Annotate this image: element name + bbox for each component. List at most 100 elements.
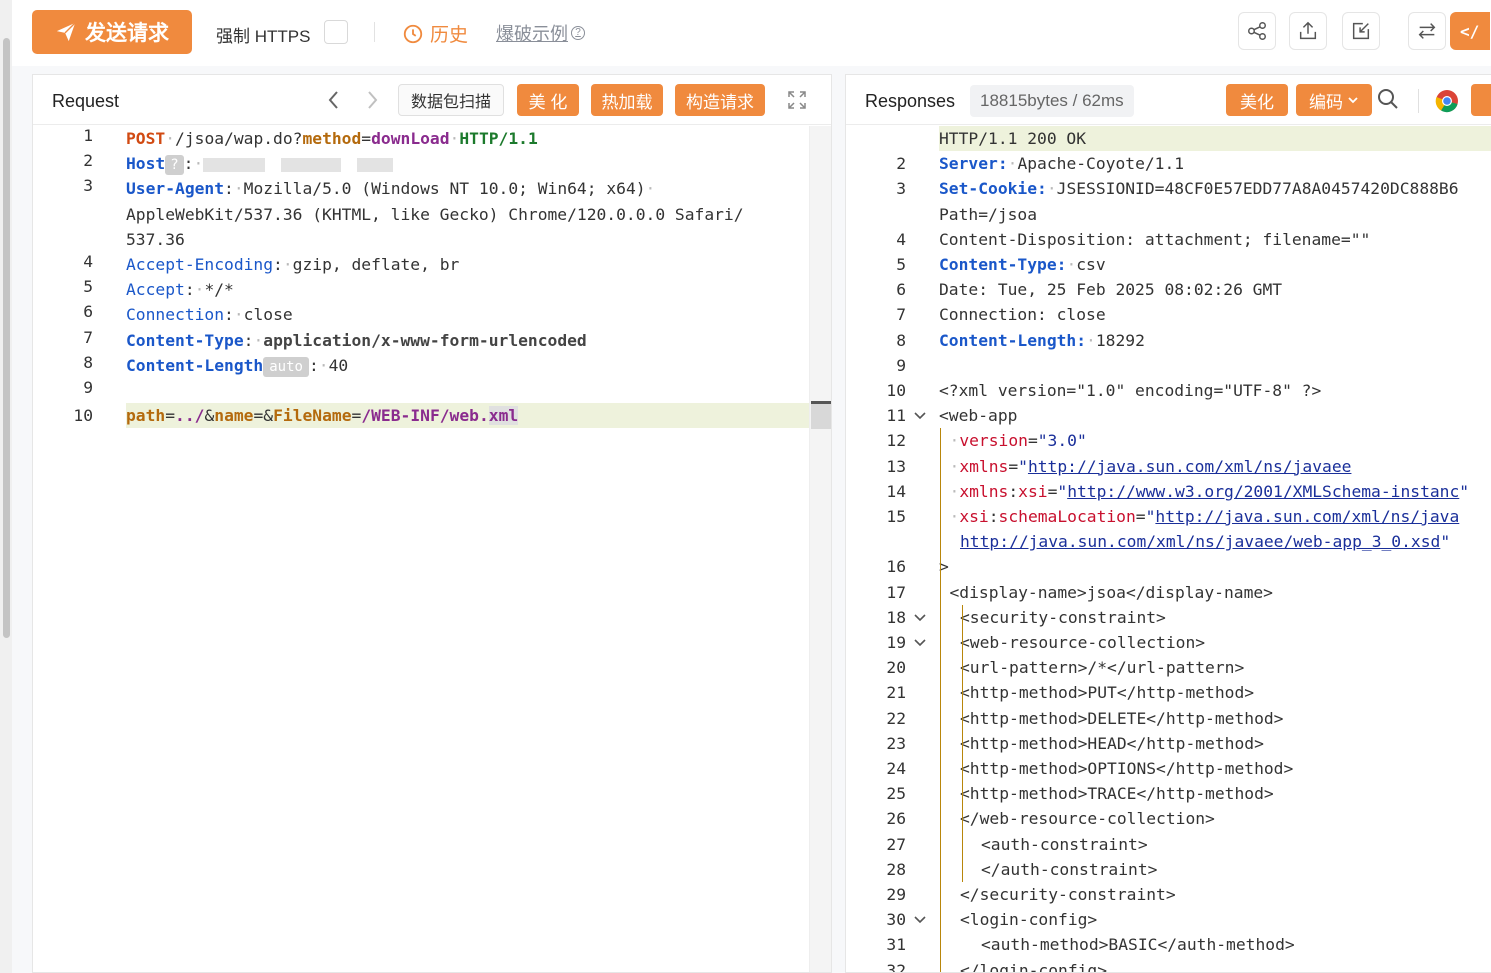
header-value: csv (1076, 255, 1106, 274)
response-viewer[interactable]: 1HTTP/1.1 200 OK2Server:·Apache-Coyote/1… (846, 126, 1491, 972)
packet-scan-button[interactable]: 数据包扫描 (398, 84, 504, 116)
response-line: </login-config> (846, 958, 1491, 972)
response-text: <auth-method>BASIC</auth-method> (981, 935, 1295, 955)
app-window: 发送请求 强制 HTTPS 历史 爆破示例 ? </ Request 数据包扫描… (0, 0, 1491, 973)
response-search-button[interactable] (1376, 87, 1404, 115)
query-param-name: method (302, 129, 362, 148)
colon: : (988, 507, 999, 526)
export-button[interactable] (1289, 12, 1327, 50)
hotload-button[interactable]: 热加载 (591, 84, 663, 116)
equals-sign: = (1027, 431, 1038, 451)
request-beautify-button[interactable]: 美 化 (517, 84, 579, 116)
chevron-left-icon (328, 91, 338, 109)
toolbar-divider (374, 22, 375, 42)
header-key: Accept-Encoding (126, 255, 274, 274)
send-request-button[interactable]: 发送请求 (32, 10, 192, 54)
response-text: <auth-constraint> (981, 834, 1148, 854)
request-panel: Request 数据包扫描 美 化 热加载 构造请求 1 POST·/jsoa/… (32, 74, 832, 973)
xml-quote: " (1440, 532, 1451, 552)
equals-sign: = (361, 129, 372, 148)
fullscreen-button[interactable] (787, 90, 807, 110)
xml-string: "3.0" (1037, 431, 1087, 451)
response-line: ·xmlns="http://java.sun.com/xml/ns/javae… (846, 454, 1491, 479)
response-line: <web-resource-collection> (846, 630, 1491, 655)
send-icon (56, 22, 76, 42)
header-key: Set-Cookie: (939, 179, 1047, 199)
swap-button[interactable] (1408, 12, 1446, 50)
prev-button[interactable] (324, 89, 344, 111)
encode-label: 编码 (1309, 92, 1343, 112)
header-divider (1418, 89, 1419, 113)
export-icon (1299, 21, 1317, 40)
request-line: 4 Accept-Encoding:·gzip, deflate, br (33, 252, 831, 277)
equals-sign: = (1008, 456, 1019, 476)
xml-quote: " (1459, 481, 1470, 501)
response-line-text: <?xml version="1.0" encoding="UTF-8" ?> (939, 378, 1321, 403)
response-beautify-button[interactable]: 美化 (1226, 84, 1288, 116)
response-line-text: <http-method>PUT</http-method> (960, 680, 1254, 705)
request-line: 8 Content-Length auto:·40 (33, 353, 831, 378)
brute-example-label: 爆破示例 (496, 24, 568, 44)
header-key: Host (126, 154, 166, 174)
redacted-host (203, 157, 266, 172)
request-line: 6 Connection:·close (33, 302, 831, 327)
response-line: </security-constraint> (846, 882, 1491, 907)
response-line-text: ·xsi:schemaLocation="http://java.sun.com… (950, 504, 1460, 529)
response-more-button[interactable] (1471, 84, 1491, 116)
response-line: <display-name>jsoa</display-name> (846, 580, 1491, 605)
whitespace-dot: · (949, 481, 960, 501)
whitespace-dot: · (1046, 179, 1057, 199)
header-value: Apache-Coyote/1.1 (1017, 154, 1185, 174)
fold-toggle[interactable] (912, 609, 930, 627)
response-line: > (846, 554, 1491, 579)
open-in-browser-button[interactable] (1435, 89, 1459, 113)
whitespace-dot: · (1007, 154, 1018, 174)
whitespace-dot: · (1066, 255, 1077, 274)
share-icon (1248, 22, 1266, 40)
construct-request-button[interactable]: 构造请求 (675, 84, 765, 116)
response-line-text: ·xmlns:xsi="http://www.w3.org/2001/XMLSc… (950, 479, 1470, 504)
header-value-cont: Path=/jsoa (939, 204, 1038, 224)
search-icon (1378, 89, 1398, 109)
header-value: 40 (328, 355, 349, 375)
http-method: POST (126, 129, 166, 148)
line-number: 9 (83, 378, 93, 397)
response-line-text: ·xmlns="http://java.sun.com/xml/ns/javae… (950, 454, 1352, 479)
body-param-value: ../ (175, 406, 205, 426)
response-line: Content-Disposition: attachment; filenam… (846, 227, 1491, 252)
line-number: 1 (83, 126, 93, 145)
encode-dropdown[interactable]: 编码 (1296, 84, 1372, 116)
request-scrollbar[interactable] (809, 126, 831, 972)
import-icon (1352, 22, 1370, 40)
fold-toggle[interactable] (912, 407, 930, 425)
fold-toggle[interactable] (912, 911, 930, 929)
response-line-text: Content-Disposition: attachment; filenam… (939, 227, 1370, 252)
response-line: <security-constraint> (846, 605, 1491, 630)
history-button[interactable]: 历史 (402, 20, 468, 47)
xml-attr: xsi (959, 507, 989, 526)
line-number: 7 (83, 327, 93, 347)
response-line-text: <http-method>HEAD</http-method> (960, 731, 1264, 756)
import-button[interactable] (1342, 12, 1380, 50)
chevron-right-icon (368, 91, 378, 109)
response-line-text: HTTP/1.1 200 OK (939, 126, 1086, 151)
fold-toggle[interactable] (912, 634, 930, 652)
force-https-checkbox[interactable] (324, 20, 348, 44)
code-button[interactable]: </ (1450, 12, 1490, 50)
header-value: close (243, 305, 293, 325)
response-line-text: </auth-constraint> (981, 857, 1157, 882)
host-badge[interactable]: ? (165, 155, 184, 176)
auto-badge[interactable]: auto (263, 356, 309, 377)
response-line: Date: Tue, 25 Feb 2025 08:02:26 GMT (846, 277, 1491, 302)
header-value-cont: 537.36 (126, 229, 185, 249)
response-line-text: http://java.sun.com/xml/ns/javaee/web-ap… (960, 529, 1450, 554)
share-button[interactable] (1238, 12, 1276, 50)
scrollbar-thumb[interactable] (3, 38, 10, 638)
next-button[interactable] (362, 89, 382, 111)
request-editor[interactable]: 1 POST·/jsoa/wap.do?method=downLoad·HTTP… (33, 126, 831, 972)
header-key: Accept (126, 280, 185, 300)
response-line-text: <auth-method>BASIC</auth-method> (981, 932, 1295, 957)
brute-example-link[interactable]: 爆破示例 ? (496, 20, 585, 46)
response-text: <url-pattern>/*</url-pattern> (960, 658, 1245, 678)
page-scrollbar[interactable] (0, 0, 12, 973)
